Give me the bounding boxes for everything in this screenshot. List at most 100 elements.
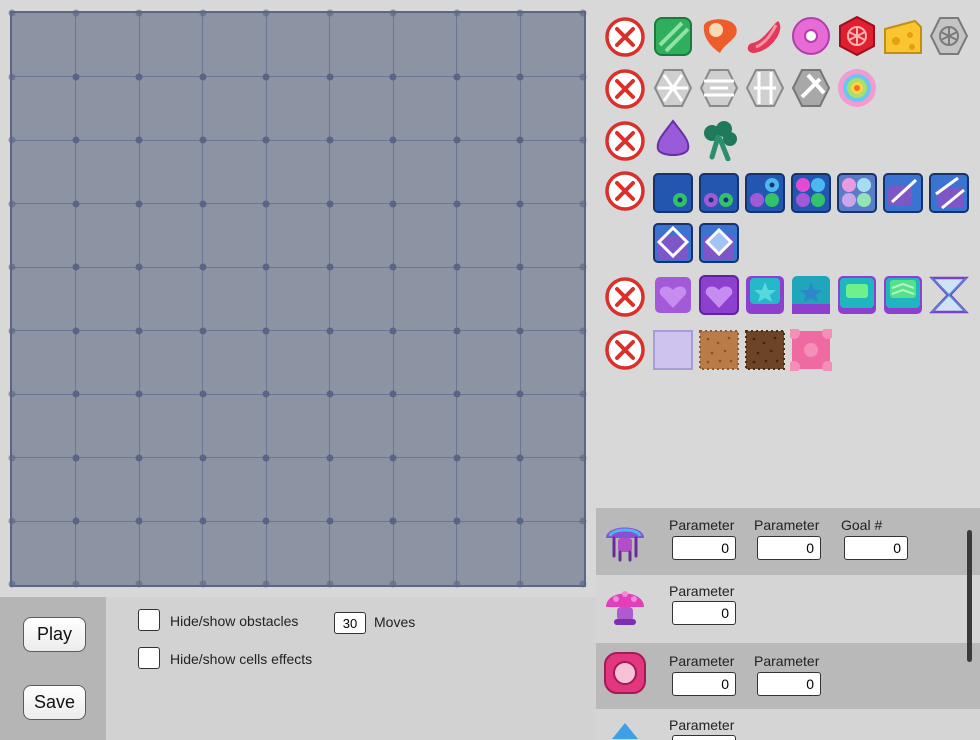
param-label: Parameter [754, 653, 820, 669]
grid-node [453, 517, 461, 525]
pink-pattern-icon[interactable] [790, 329, 832, 371]
donut-icon[interactable] [790, 15, 832, 57]
moves-label: Moves [374, 614, 416, 630]
grid-node [326, 200, 334, 208]
grid-node [453, 200, 461, 208]
level-grid[interactable] [8, 9, 587, 588]
blue-box-4-icon[interactable] [790, 172, 832, 214]
goal-input[interactable]: 0 [844, 536, 908, 560]
grid-node [516, 580, 524, 588]
wheel-blocker-2-icon[interactable] [698, 67, 740, 109]
wheel-blocker-4-icon[interactable] [790, 67, 832, 109]
grid-node [389, 517, 397, 525]
blue-box-diagonal-2-icon[interactable] [928, 172, 970, 214]
green-candy-icon[interactable] [652, 15, 694, 57]
grid-node [262, 580, 270, 588]
red-x-circle-icon[interactable] [604, 120, 646, 162]
blue-box-3-icon[interactable] [744, 172, 786, 214]
red-hex-candy-icon[interactable] [836, 15, 878, 57]
teal-cake-2-icon[interactable] [882, 274, 924, 316]
grid-line [12, 266, 584, 268]
blue-box-1-icon[interactable] [652, 172, 694, 214]
purple-heart-1-icon[interactable] [652, 274, 694, 316]
grid-node [135, 517, 143, 525]
blue-box-5-icon[interactable] [836, 172, 878, 214]
grid-node [8, 9, 16, 17]
grid-line [12, 76, 584, 78]
bottom-controls: Play Save Hide/show obstacles Hide/show … [0, 597, 596, 740]
param-label: Parameter [669, 583, 735, 599]
grid-node [453, 390, 461, 398]
grid-node [199, 73, 207, 81]
grid-node [72, 580, 80, 588]
red-x-circle-icon[interactable] [604, 16, 646, 58]
grid-node [579, 580, 587, 588]
lavender-cell-icon[interactable] [652, 329, 694, 371]
blue-box-2-icon[interactable] [698, 172, 740, 214]
red-x-circle-icon[interactable] [604, 276, 646, 318]
hide-obstacles-checkbox[interactable] [138, 609, 160, 631]
hide-cells-effects-checkbox[interactable] [138, 647, 160, 669]
pink-mushroom-icon[interactable] [602, 583, 648, 629]
meat-icon[interactable] [698, 15, 740, 57]
param-input[interactable]: 0 [672, 601, 736, 625]
grid-node [199, 454, 207, 462]
grid-line [12, 330, 584, 332]
param-input[interactable] [672, 735, 736, 740]
cookie-dark-icon[interactable] [744, 329, 786, 371]
moves-input[interactable]: 30 [334, 612, 366, 634]
grid-node [199, 136, 207, 144]
jellyfish-mushroom-icon[interactable] [602, 516, 648, 562]
rainbow-ball-icon[interactable] [836, 67, 878, 109]
grey-hex-icon[interactable] [928, 15, 970, 57]
hourglass-icon[interactable] [928, 274, 970, 316]
save-button[interactable]: Save [23, 685, 86, 720]
grid-node [516, 327, 524, 335]
teal-cake-1-icon[interactable] [836, 274, 878, 316]
grid-node [326, 263, 334, 271]
broccoli-icon[interactable] [698, 119, 740, 161]
grid-node [72, 517, 80, 525]
blue-box-diagonal-3-icon[interactable] [652, 222, 694, 264]
wheel-blocker-3-icon[interactable] [744, 67, 786, 109]
blue-drop-icon[interactable] [602, 721, 648, 740]
purple-heart-2-icon[interactable] [698, 274, 740, 316]
grid-node [8, 517, 16, 525]
teal-star-2-icon[interactable] [790, 274, 832, 316]
grid-node [326, 390, 334, 398]
play-button[interactable]: Play [23, 617, 86, 652]
red-x-circle-icon[interactable] [604, 170, 646, 212]
param-input[interactable]: 0 [757, 672, 821, 696]
pink-ring-icon[interactable] [602, 650, 648, 696]
grid-node [262, 9, 270, 17]
param-row: Parameter 0 Parameter 0 [596, 643, 980, 709]
params-scrollbar[interactable] [967, 530, 972, 662]
grid-node [8, 327, 16, 335]
grid-node [453, 9, 461, 17]
red-x-circle-icon[interactable] [604, 329, 646, 371]
param-label: Parameter [669, 653, 735, 669]
grid-node [262, 136, 270, 144]
grid-node [516, 390, 524, 398]
board-area [0, 0, 596, 597]
sausage-icon[interactable] [744, 15, 786, 57]
grid-node [8, 454, 16, 462]
grid-node [8, 73, 16, 81]
wheel-blocker-1-icon[interactable] [652, 67, 694, 109]
purple-egg-icon[interactable] [652, 119, 694, 161]
grid-node [326, 136, 334, 144]
param-input[interactable]: 0 [757, 536, 821, 560]
blue-box-diagonal-4-icon[interactable] [698, 222, 740, 264]
grid-node [262, 73, 270, 81]
red-x-circle-icon[interactable] [604, 68, 646, 110]
cheese-icon[interactable] [882, 15, 924, 57]
blue-box-diagonal-1-icon[interactable] [882, 172, 924, 214]
grid-node [199, 9, 207, 17]
param-input[interactable]: 0 [672, 672, 736, 696]
parameters-panel: Parameter 0 Parameter 0 Goal # 0 Paramet… [596, 508, 980, 740]
teal-star-1-icon[interactable] [744, 274, 786, 316]
grid-node [579, 390, 587, 398]
cookie-light-icon[interactable] [698, 329, 740, 371]
grid-node [8, 136, 16, 144]
param-input[interactable]: 0 [672, 536, 736, 560]
